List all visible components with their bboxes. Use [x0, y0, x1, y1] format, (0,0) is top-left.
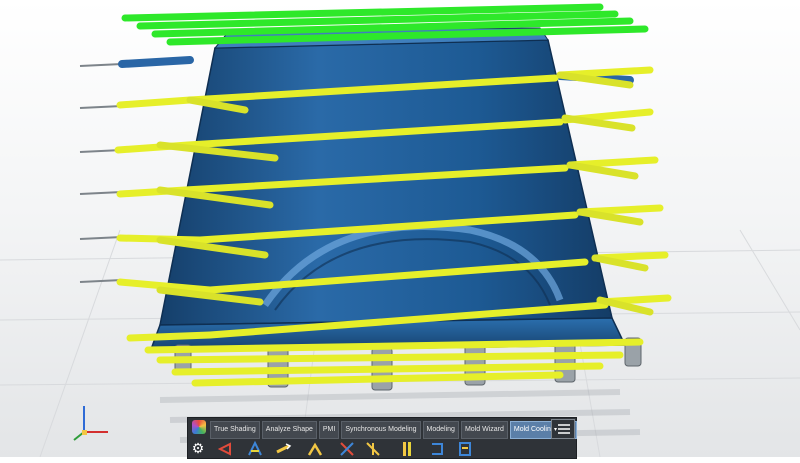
extend-channel-icon[interactable] [274, 440, 292, 458]
connect-channel-icon[interactable] [306, 440, 324, 458]
cross-channel-icon[interactable] [338, 440, 356, 458]
tab-mold-wizard[interactable]: Mold Wizard [460, 421, 508, 439]
origin-icon [82, 430, 87, 435]
diagnose-icon[interactable] [456, 440, 474, 458]
ribbon-tabs: True Shading Analyze Shape PMI Synchrono… [210, 421, 577, 439]
inlet-fittings [79, 63, 123, 283]
channel-fittings-icon[interactable] [398, 440, 416, 458]
cooling-tools-row [188, 440, 576, 458]
ribbon-toolbar: True Shading Analyze Shape PMI Synchrono… [187, 417, 577, 459]
channel-layout-icon[interactable] [246, 440, 264, 458]
cooling-channel-icon[interactable] [216, 440, 234, 458]
baffle-icon[interactable] [364, 440, 382, 458]
app-logo-icon[interactable] [192, 420, 206, 434]
3d-viewport[interactable] [0, 0, 800, 458]
menu-list-icon [554, 424, 570, 434]
tab-synchronous-modeling[interactable]: Synchronous Modeling [341, 421, 421, 439]
mold-cooling-scene [0, 3, 800, 458]
tab-pmi[interactable]: PMI [318, 421, 340, 439]
ribbon-menu-button[interactable] [551, 419, 575, 439]
tab-true-shading[interactable]: True Shading [210, 421, 260, 439]
tab-modeling[interactable]: Modeling [422, 421, 459, 439]
top-cooling-lines [121, 3, 649, 46]
mold-core-body [159, 39, 613, 326]
circuit-icon[interactable] [428, 440, 446, 458]
tab-analyze-shape[interactable]: Analyze Shape [261, 421, 317, 439]
view-triad [70, 400, 120, 444]
